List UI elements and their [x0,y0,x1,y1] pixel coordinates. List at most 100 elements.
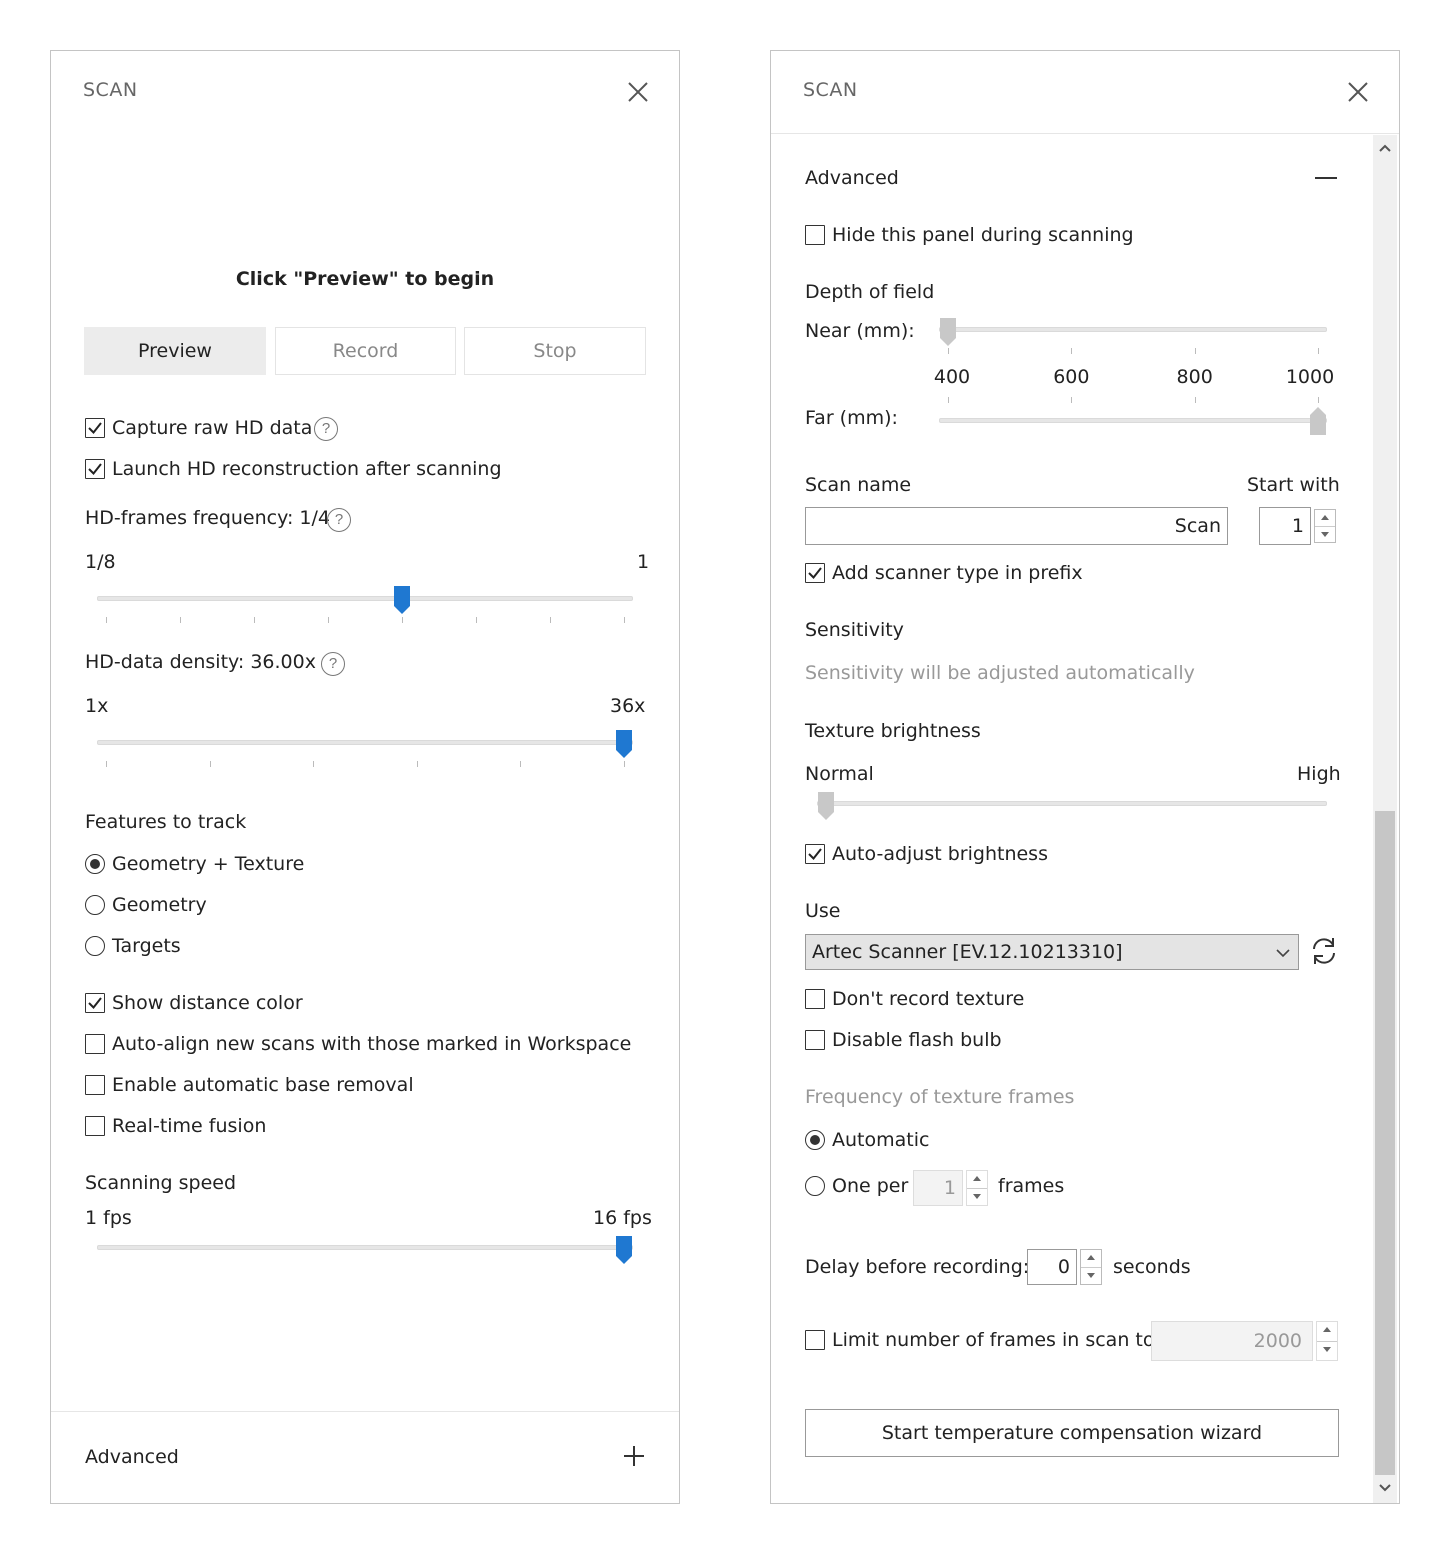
radio-geometry-texture[interactable] [85,854,105,874]
limit-frames-input[interactable]: 2000 [1151,1321,1313,1361]
delay-input[interactable]: 0 [1027,1249,1077,1285]
hd-density-slider[interactable] [97,740,633,745]
help-icon[interactable]: ? [321,652,345,676]
hd-frequency-label: HD-frames frequency: 1/4 [85,507,330,529]
advanced-section-header[interactable]: Advanced [805,167,899,189]
advanced-section-header[interactable]: Advanced [85,1446,179,1468]
no-flash-checkbox[interactable] [805,1030,825,1050]
scrollbar-thumb[interactable] [1375,811,1395,1475]
hd-frequency-tick [254,617,255,623]
header-divider [771,133,1399,134]
hd-frequency-slider[interactable] [97,596,633,601]
one-per-stepper[interactable] [966,1170,988,1206]
near-slider[interactable] [939,327,1327,332]
capture-raw-checkbox[interactable] [85,418,105,438]
limit-frames-checkbox[interactable] [805,1330,825,1350]
sensitivity-label: Sensitivity [805,619,904,641]
far-slider-thumb[interactable] [1309,406,1327,436]
one-per-input[interactable]: 1 [913,1170,963,1206]
hd-frequency-tick [328,617,329,623]
hd-frequency-tick [624,617,625,623]
minus-icon[interactable] [1315,176,1337,180]
close-icon[interactable] [1347,81,1369,103]
sensitivity-note: Sensitivity will be adjusted automatical… [805,662,1195,684]
scan-name-value: Scan [1174,515,1221,537]
hd-density-tick [209,761,211,767]
no-texture-checkbox[interactable] [805,989,825,1009]
hd-density-thumb[interactable] [615,729,633,759]
chevron-down-icon [1276,949,1290,958]
hd-density-tick [624,761,625,767]
hide-panel-label: Hide this panel during scanning [832,224,1134,246]
hd-density-tick [313,761,315,767]
realtime-fusion-checkbox[interactable] [85,1116,105,1136]
limit-frames-stepper[interactable] [1316,1321,1338,1361]
radio-one-per[interactable] [805,1176,825,1196]
hd-frequency-tick [106,617,107,623]
hd-frequency-thumb[interactable] [393,585,411,615]
close-icon[interactable] [627,81,649,103]
radio-automatic[interactable] [805,1130,825,1150]
scanner-prefix-checkbox[interactable] [805,563,825,583]
radio-geometry[interactable] [85,895,105,915]
show-distance-checkbox[interactable] [85,993,105,1013]
scanner-select[interactable]: Artec Scanner [EV.12.10213310] [805,934,1299,970]
one-per-value: 1 [943,1177,956,1199]
dof-tick [1194,397,1196,403]
hd-density-max: 36x [610,695,646,717]
far-slider[interactable] [939,418,1327,423]
delay-unit: seconds [1113,1256,1191,1278]
hd-frequency-tick [402,617,403,623]
base-removal-label: Enable automatic base removal [112,1074,414,1096]
temperature-wizard-button[interactable]: Start temperature compensation wizard [805,1409,1339,1457]
preview-hint: Click "Preview" to begin [235,268,495,290]
scroll-down-icon[interactable] [1379,1483,1391,1493]
stop-button[interactable]: Stop [464,327,646,375]
texture-brightness-slider[interactable] [817,801,1327,806]
geometry-texture-label: Geometry + Texture [112,853,305,875]
near-slider-thumb[interactable] [939,317,957,347]
hd-density-min: 1x [85,695,109,717]
scanner-prefix-label: Add scanner type in prefix [832,562,1083,584]
base-removal-checkbox[interactable] [85,1075,105,1095]
frames-unit: frames [998,1175,1065,1197]
automatic-label: Automatic [832,1129,930,1151]
scan-speed-thumb[interactable] [615,1235,633,1265]
help-icon[interactable]: ? [314,417,338,441]
launch-hd-checkbox[interactable] [85,459,105,479]
hd-frequency-min: 1/8 [85,551,116,573]
panel-title: SCAN [803,79,858,101]
refresh-icon[interactable] [1309,935,1339,967]
scan-speed-slider[interactable] [97,1245,633,1250]
auto-brightness-checkbox[interactable] [805,844,825,864]
scrollbar[interactable] [1373,135,1397,1503]
scan-name-label: Scan name [805,474,912,496]
preview-button[interactable]: Preview [84,327,266,375]
hide-panel-checkbox[interactable] [805,225,825,245]
scroll-up-icon[interactable] [1379,143,1391,153]
dof-tick [1318,348,1319,354]
dof-tick [948,348,949,354]
radio-targets[interactable] [85,936,105,956]
plus-icon[interactable] [623,1445,645,1467]
use-label: Use [805,900,841,922]
start-with-value: 1 [1291,515,1304,537]
checkmark-icon [88,422,102,435]
delay-value: 0 [1057,1256,1070,1278]
start-with-input[interactable]: 1 [1259,507,1311,545]
scan-name-input[interactable]: Scan [805,507,1228,545]
far-label: Far (mm): [805,407,898,429]
texture-brightness-thumb[interactable] [817,791,835,821]
delay-stepper[interactable] [1080,1249,1102,1285]
start-with-stepper[interactable] [1314,509,1336,543]
limit-frames-value: 2000 [1253,1330,1302,1352]
one-per-label: One per [832,1175,909,1197]
hd-frequency-tick [476,617,477,623]
scanner-select-value: Artec Scanner [EV.12.10213310] [812,941,1123,963]
record-button[interactable]: Record [275,327,456,375]
help-icon[interactable]: ? [327,508,351,532]
scan-panel-advanced: SCAN Advanced Hide this panel during sca… [770,50,1400,1504]
auto-align-checkbox[interactable] [85,1034,105,1054]
texture-brightness-min: Normal [805,763,874,785]
geometry-label: Geometry [112,894,207,916]
